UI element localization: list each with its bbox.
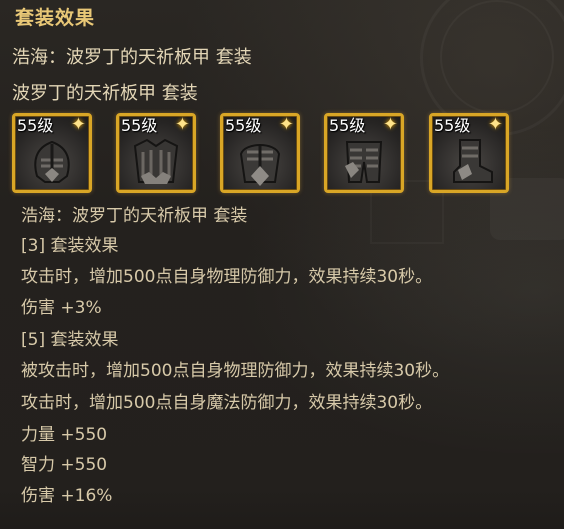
set-item-slot-4[interactable]: 55级 ✦ xyxy=(324,113,404,193)
set-name: 波罗丁的天祈板甲 套装 xyxy=(12,83,198,104)
bonus-5-header: [5] 套装效果 xyxy=(21,330,119,350)
leg-armor-icon xyxy=(345,141,383,183)
detail-set-name: 浩海：波罗丁的天祈板甲 套装 xyxy=(21,206,248,226)
bonus-3-effect: 攻击时，增加500点自身物理防御力，效果持续30秒。 xyxy=(21,267,433,287)
set-full-name: 浩海：波罗丁的天祈板甲 套装 xyxy=(12,47,252,68)
set-item-slot-3[interactable]: 55级 ✦ xyxy=(220,113,300,193)
helmet-icon xyxy=(34,140,70,183)
tooltip-title: 套装效果 xyxy=(15,7,96,29)
bonus-5-stat-1: 力量 +550 xyxy=(21,425,108,445)
chest-armor-icon xyxy=(133,138,179,184)
shoulder-armor-icon xyxy=(239,144,281,186)
bonus-5-effect-1: 被攻击时，增加500点自身物理防御力，效果持续30秒。 xyxy=(21,361,450,381)
bonus-3-header: [3] 套装效果 xyxy=(21,236,119,256)
bonus-5-stat-3: 伤害 +16% xyxy=(21,486,113,506)
bonus-5-stat-2: 智力 +550 xyxy=(21,455,108,475)
set-items-row: 55级 ✦ 55级 ✦ 55级 ✦ 55级 ✦ 55级 ✦ xyxy=(12,113,522,195)
bonus-3-stat: 伤害 +3% xyxy=(21,298,102,318)
boots-icon xyxy=(453,139,493,183)
background-ornament-inner xyxy=(440,0,554,114)
set-item-slot-1[interactable]: 55级 ✦ xyxy=(12,113,92,193)
bonus-5-effect-2: 攻击时，增加500点自身魔法防御力，效果持续30秒。 xyxy=(21,393,433,413)
set-item-slot-5[interactable]: 55级 ✦ xyxy=(429,113,509,193)
set-item-slot-2[interactable]: 55级 ✦ xyxy=(116,113,196,193)
set-effect-tooltip: 套装效果 浩海：波罗丁的天祈板甲 套装 波罗丁的天祈板甲 套装 55级 ✦ 55… xyxy=(0,0,564,529)
